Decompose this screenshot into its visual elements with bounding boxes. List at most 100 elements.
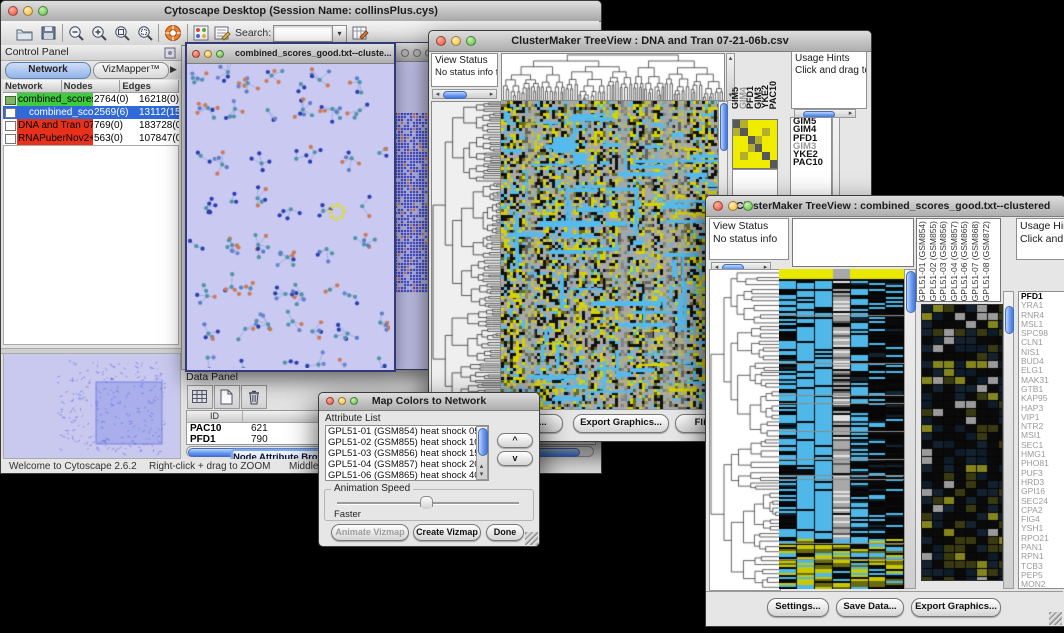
treeview2-row-dendrogram[interactable] [709,269,781,591]
close-icon[interactable] [192,50,200,58]
network-table-column[interactable]: Edges [120,80,179,93]
column-label[interactable]: PAC10 [770,81,778,109]
zoom-window-icon[interactable] [743,201,753,211]
background-network-window[interactable] [393,42,432,370]
zoom-window-icon[interactable] [466,36,476,46]
tab-network[interactable]: Network [5,62,91,79]
table-edit-icon[interactable] [351,24,369,42]
treeview1-title-bar[interactable]: ClusterMaker TreeView : DNA and Tran 07-… [429,31,871,52]
attribute-item[interactable]: GPL51-04 (GSM857) heat shock 20 min [326,459,488,470]
main-title-bar[interactable]: Cytoscape Desktop (Session Name: collins… [1,1,601,22]
column-label[interactable]: GPL51-04 (GSM857) [949,221,960,301]
attribute-item[interactable]: GPL51-02 (GSM855) heat shock 10 min [326,437,488,448]
open-folder-icon[interactable] [15,24,34,42]
annotation-icon[interactable] [213,24,231,42]
network-overview-canvas[interactable] [3,353,181,459]
close-icon[interactable] [8,6,18,16]
treeview2-heatmap-vscrollbar[interactable] [904,269,916,589]
scroll-right-icon[interactable]: ▸ [846,109,855,118]
column-label[interactable]: GPL51-07 (GSM868) [970,221,981,301]
network-canvas[interactable] [187,64,390,368]
export-graphics-button[interactable]: Export Graphics... [573,414,669,433]
tab-overflow-icon[interactable]: ▶ [170,64,177,75]
resize-grip[interactable] [1049,612,1062,625]
create-vizmap-button[interactable]: Create Vizmap [413,524,481,541]
close-icon[interactable] [436,36,446,46]
treeview2-window-controls[interactable] [713,201,753,211]
column-label[interactable]: GPL51-01 (GSM854) [917,221,928,301]
attribute-list-vscrollbar[interactable]: ▴ ▾ [476,426,488,480]
new-attribute-button[interactable] [214,385,240,409]
treeview1-row-dendrogram[interactable] [431,101,501,411]
vizmapper-dots-icon[interactable] [192,24,210,42]
float-panel-icon[interactable] [164,47,176,59]
scroll-thumb[interactable] [443,91,467,99]
column-label[interactable]: GPL51-08 (GSM872) [981,221,992,301]
minimize-icon[interactable] [413,49,421,57]
treeview1-status-hscrollbar[interactable]: ◂ ▸ [432,89,497,99]
animate-vizmap-button[interactable]: Animate Vizmap [331,524,409,541]
minimize-icon[interactable] [728,201,738,211]
minimize-icon[interactable] [451,36,461,46]
treeview2-title-bar[interactable]: ClusterMaker TreeView : combined_scores_… [706,196,1064,217]
settings-button[interactable]: Settings... [767,598,829,617]
network-table-row[interactable]: combined_scores 2764(0) 16218(0) [3,93,179,106]
treeview1-column-dendrogram[interactable] [501,53,725,101]
save-icon[interactable] [40,24,58,42]
minimize-icon[interactable] [23,6,33,16]
zoom-in-icon[interactable] [90,24,108,42]
treeview1-heatmap[interactable] [501,101,718,409]
tab-vizmapper[interactable]: VizMapper™ [93,62,169,79]
dialog-title-bar[interactable]: Map Colors to Network [319,393,539,411]
close-icon[interactable] [713,201,723,211]
zoom-out-icon[interactable] [67,24,85,42]
gene-label[interactable]: MON2 [1019,580,1064,589]
treeview1-window-controls[interactable] [436,36,476,46]
minimize-icon[interactable] [338,397,346,405]
column-label[interactable]: GPL51-03 (GSM856) [938,221,949,301]
network-table-column[interactable]: Network [3,80,62,93]
network-table-row[interactable]: combined_sco 2569(6) 13112(15) [3,106,179,119]
column-label[interactable]: GPL51-02 (GSM855) [928,221,939,301]
window-controls[interactable] [8,6,48,16]
scroll-left-icon[interactable]: ◂ [433,90,442,99]
scroll-thumb[interactable] [478,428,488,456]
scroll-thumb[interactable] [906,271,916,313]
dialog-window-controls[interactable] [326,397,358,405]
close-icon[interactable] [401,49,409,57]
scroll-thumb[interactable] [720,103,728,151]
zoom-selected-icon[interactable] [113,24,131,42]
zoom-window-icon[interactable] [216,50,224,58]
background-window-title-bar[interactable] [394,43,431,62]
column-label[interactable]: GPL51-06 (GSM865) [959,221,970,301]
zoom-fit-icon[interactable] [136,24,154,42]
attribute-list[interactable]: GPL51-01 (GSM854) heat shock 05 minGPL51… [325,425,489,481]
zoom-window-icon[interactable] [350,397,358,405]
attribute-item[interactable]: GPL51-01 (GSM854) heat shock 05 min [326,426,488,437]
attribute-item[interactable]: GPL51-06 (GSM865) heat shock 40 min [326,470,488,481]
network-window-controls[interactable] [192,50,224,58]
treeview1-similarity-matrix[interactable] [732,119,778,169]
attribute-item[interactable]: GPL51-03 (GSM856) heat shock 15 min [326,448,488,459]
move-up-button[interactable]: ^ [497,433,533,448]
treeview2-heatmap[interactable] [779,269,904,589]
attribute-column-id[interactable]: ID [187,411,243,422]
save-data-button[interactable]: Save Data... [836,598,904,617]
network-table-row[interactable]: DNA and Tran 07 769(0) 183728(0) [3,119,179,132]
attribute-table-button[interactable] [187,385,213,409]
delete-attribute-button[interactable] [241,385,267,409]
resize-grip[interactable] [525,532,538,545]
close-icon[interactable] [326,397,334,405]
network-window-title-bar[interactable]: combined_scores_good.txt--cluste... [187,44,394,64]
scroll-down-icon[interactable]: ▾ [477,470,486,479]
treeview2-zoom-heatmap[interactable] [921,304,1003,581]
gene-label[interactable]: PAC10 [791,159,831,167]
help-lifesaver-icon[interactable] [163,23,183,43]
network-table-column[interactable]: Nodes [62,80,121,93]
scroll-thumb[interactable] [1005,306,1014,334]
treeview2-gene-list[interactable]: PFD1YRA1RNR4MSL1SPC98CLN1NIS1BUD4ELG1MAK… [1018,291,1064,589]
minimize-icon[interactable] [204,50,212,58]
export-graphics-button[interactable]: Export Graphics... [911,598,1001,617]
treeview2-zoom-vscrollbar[interactable] [1003,291,1014,589]
done-button[interactable]: Done [486,524,524,541]
